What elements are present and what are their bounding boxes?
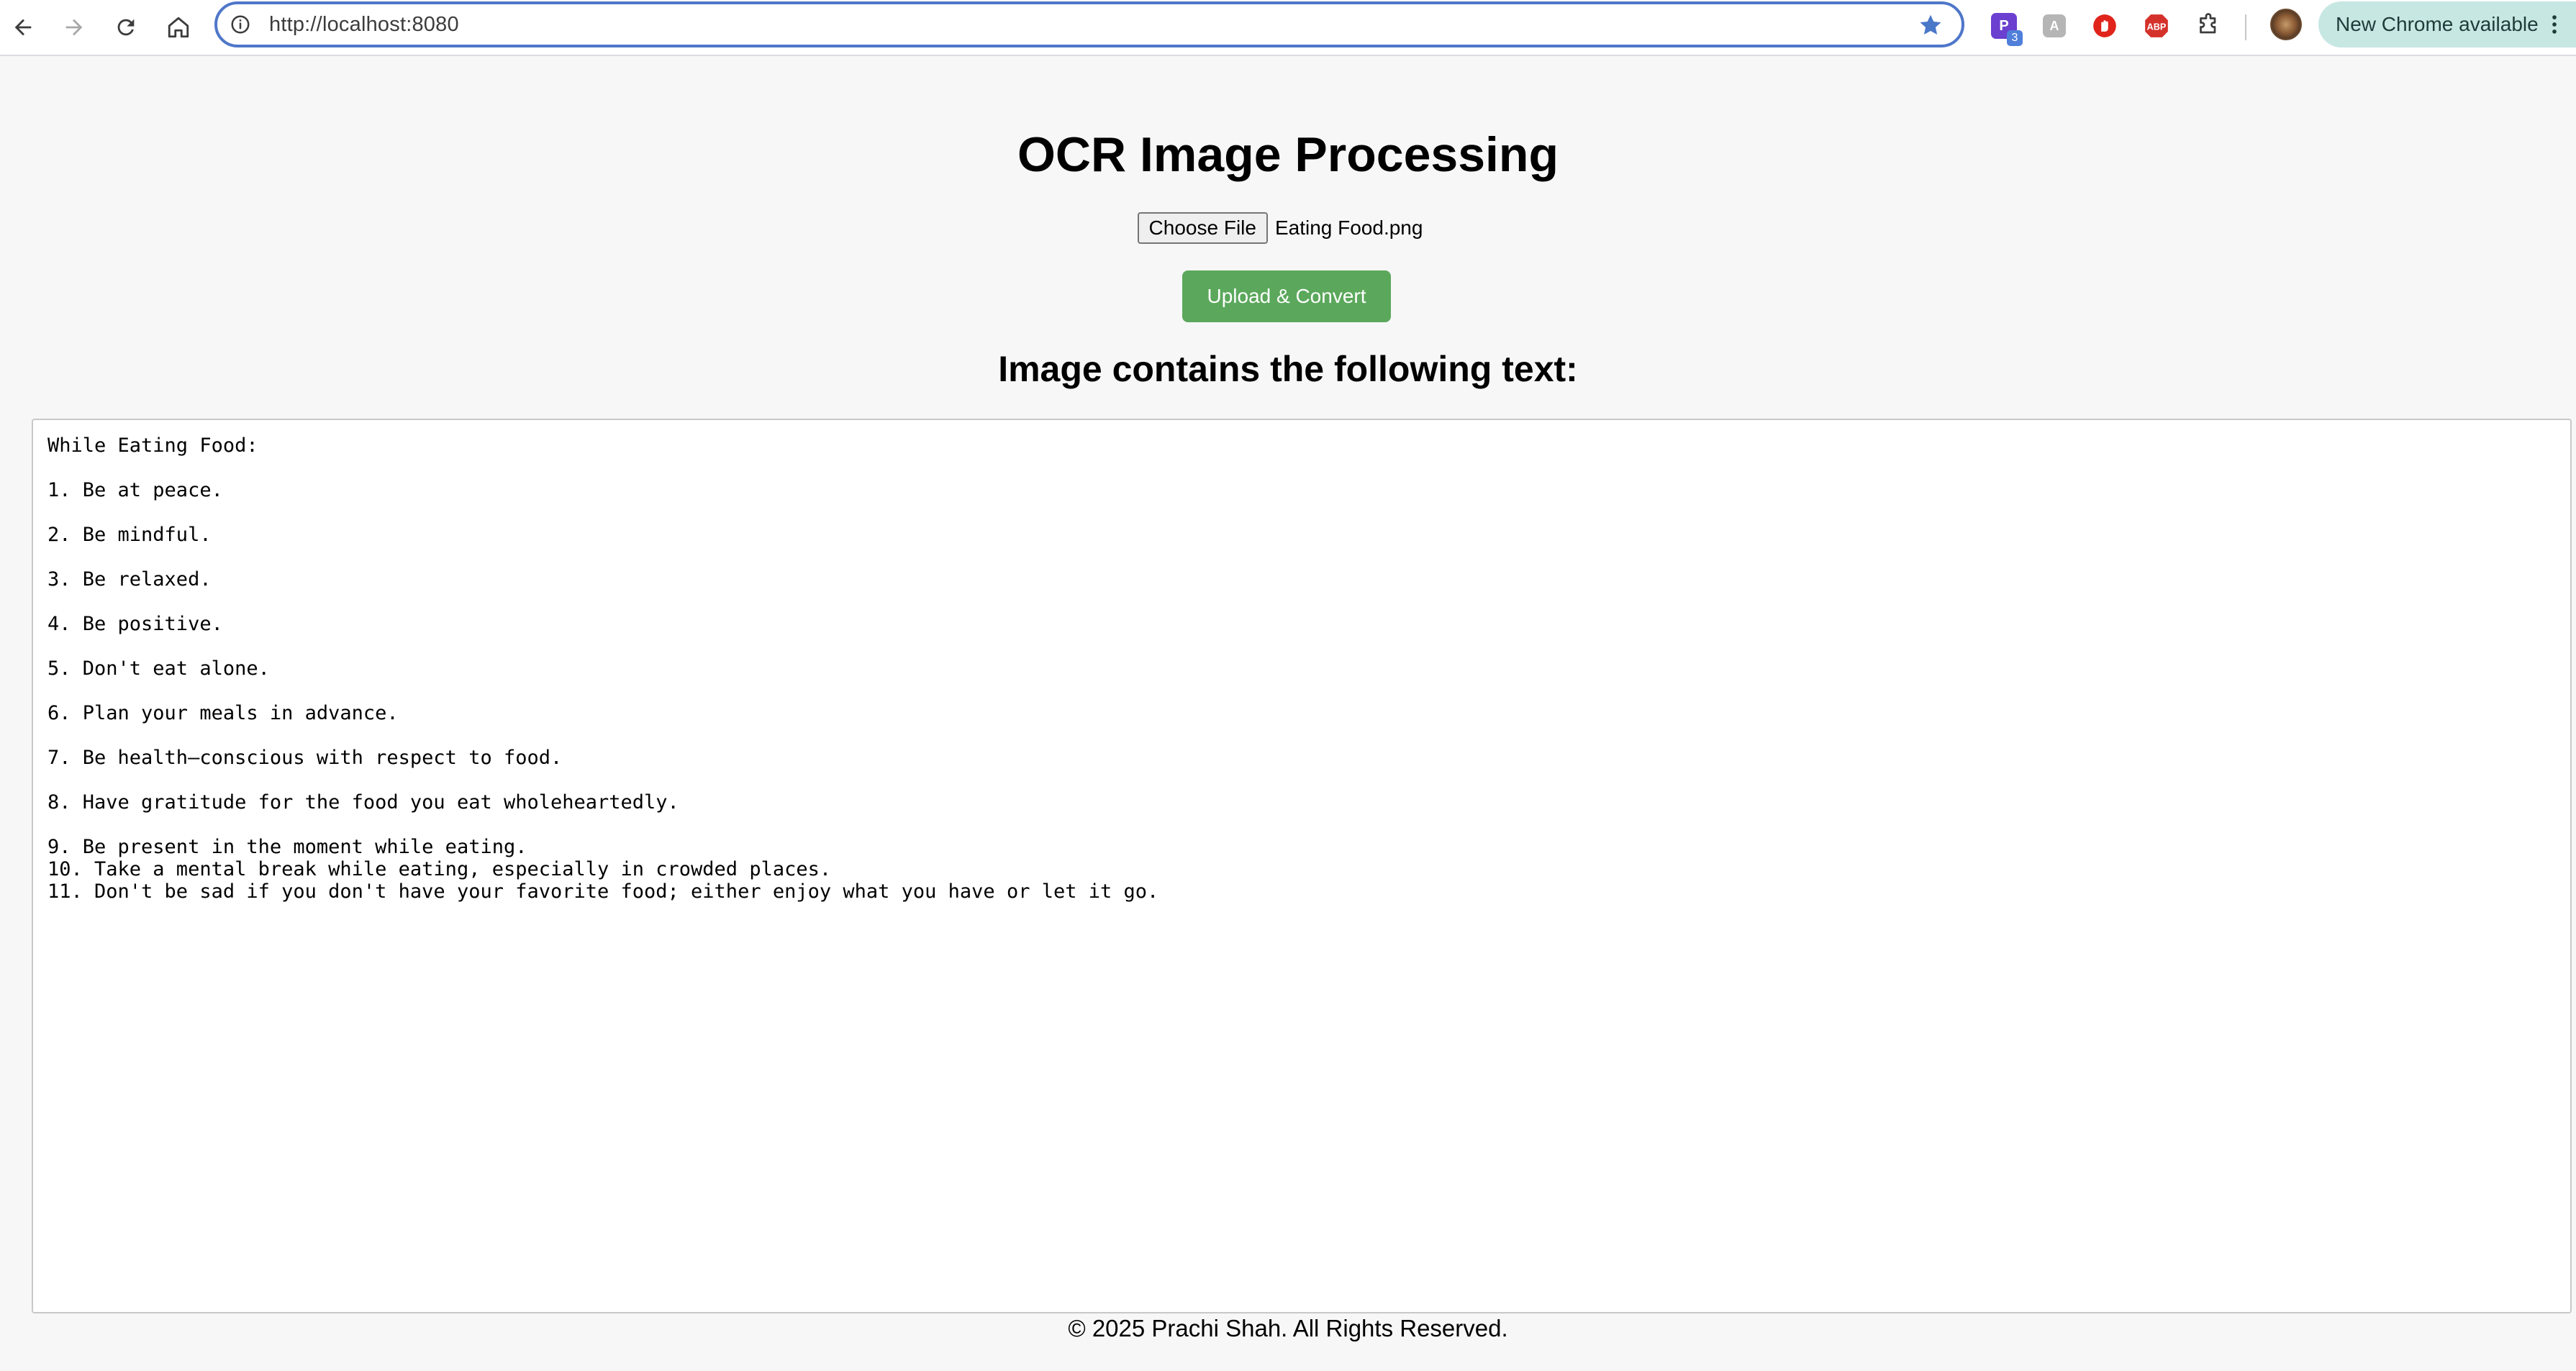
reload-button[interactable] <box>104 6 148 49</box>
ocr-text-line: 6. Plan your meals in advance. <box>47 702 399 724</box>
back-button[interactable] <box>1 6 45 49</box>
forward-button[interactable] <box>53 6 96 49</box>
ocr-blank-line <box>47 546 2556 568</box>
home-icon <box>168 17 189 38</box>
ocr-text-line: 4. Be positive. <box>47 613 223 635</box>
puzzle-extensions-icon[interactable] <box>2192 10 2224 42</box>
ocr-blank-line <box>47 591 2556 613</box>
extension-badge: 3 <box>2007 30 2023 46</box>
update-chip-label: New Chrome available <box>2336 13 2539 35</box>
ocr-blank-line <box>47 635 2556 657</box>
ocr-text-line: 9. Be present in the moment while eating… <box>47 836 527 858</box>
url-text[interactable]: http://localhost:8080 <box>269 4 459 45</box>
ocr-text-line: 11. Don't be sad if you don't have your … <box>47 880 1159 903</box>
ocr-blank-line <box>47 814 2556 836</box>
profile-avatar[interactable] <box>2270 9 2302 40</box>
site-info-icon[interactable] <box>227 12 253 37</box>
adblock-plus-icon[interactable]: ABP <box>2141 10 2172 42</box>
ocr-output-textarea[interactable]: While Eating Food: 1. Be at peace. 2. Be m… <box>32 419 2572 1313</box>
upload-convert-button[interactable]: Upload & Convert <box>1182 270 1391 322</box>
new-chrome-available-button[interactable]: New Chrome available <box>2318 1 2576 47</box>
ocr-blank-line <box>47 769 2556 791</box>
home-button[interactable] <box>157 6 200 49</box>
footer-copyright: © 2025 Prachi Shah. All Rights Reserved. <box>1068 1315 1508 1342</box>
ocr-text-line: 10. Take a mental break while eating, es… <box>47 858 832 880</box>
purple-p-extension-icon[interactable]: P 3 <box>1988 10 2023 46</box>
selected-file-name: Eating Food.png <box>1274 217 1423 239</box>
ocr-blank-line <box>47 724 2556 747</box>
ocr-text-line: 2. Be mindful. <box>47 524 212 546</box>
result-heading: Image contains the following text: <box>998 349 1578 389</box>
browser-toolbar: http://localhost:8080 P 3 A ABP New Chro… <box>0 0 2576 56</box>
ocr-blank-line <box>47 501 2556 524</box>
kebab-menu-icon[interactable] <box>2540 10 2569 39</box>
adblock-plus-label: ABP <box>2147 22 2167 32</box>
file-input-row: Choose File Eating Food.png <box>0 212 2576 244</box>
ocr-text-line: 1. Be at peace. <box>47 479 223 501</box>
ocr-blank-line <box>47 680 2556 702</box>
arrow-right-icon <box>65 19 83 36</box>
choose-file-button[interactable]: Choose File <box>1137 212 1268 244</box>
ocr-text-line: While Eating Food: <box>47 434 258 457</box>
grey-extension-icon[interactable]: A <box>2038 10 2070 42</box>
address-bar[interactable]: http://localhost:8080 <box>214 1 1964 47</box>
ocr-text-line: 3. Be relaxed. <box>47 568 212 591</box>
red-shield-extension-icon[interactable] <box>2089 10 2121 42</box>
ocr-text-line: 5. Don't eat alone. <box>47 657 270 680</box>
page-content: OCR Image Processing Choose File Eating … <box>0 58 2576 1371</box>
ocr-text-line: 7. Be health—conscious with respect to f… <box>47 747 563 769</box>
ocr-text-line: 8. Have gratitude for the food you eat w… <box>47 791 679 814</box>
bookmark-star-icon[interactable] <box>1917 12 1944 39</box>
arrow-left-icon <box>14 19 32 36</box>
reload-icon <box>117 19 135 36</box>
toolbar-divider <box>2245 14 2246 40</box>
page-title: OCR Image Processing <box>1017 127 1559 182</box>
ocr-blank-line <box>47 457 2556 479</box>
